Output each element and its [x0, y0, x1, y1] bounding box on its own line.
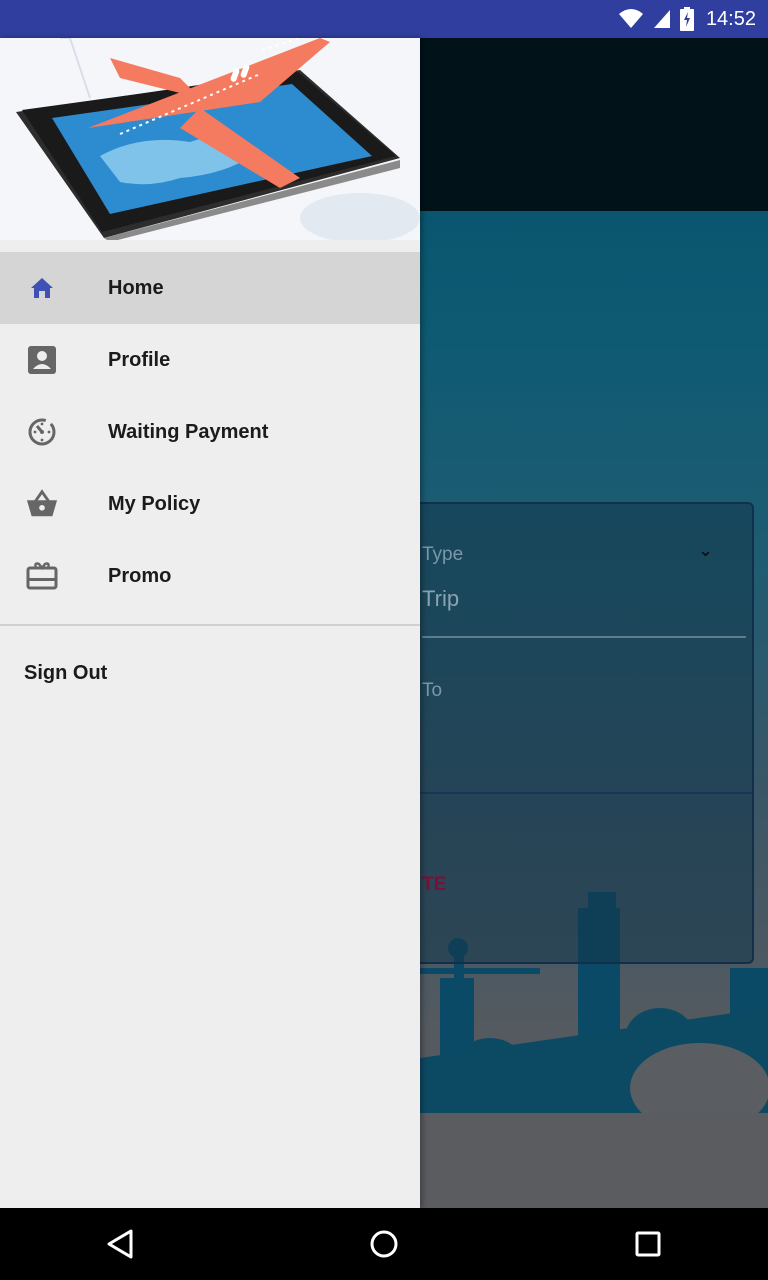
recents-icon[interactable]	[630, 1226, 666, 1262]
clock: 14:52	[705, 7, 756, 30]
signal-icon	[653, 10, 670, 28]
system-nav-bar	[0, 1208, 768, 1280]
basket-icon	[26, 488, 58, 520]
wifi-icon	[618, 9, 643, 28]
chevron-down-icon[interactable]: ⌄	[698, 540, 713, 561]
submit-button[interactable]: TE	[422, 874, 446, 896]
menu-item-profile[interactable]: Profile	[0, 324, 420, 396]
trip-type-value[interactable]: Trip	[422, 586, 459, 612]
menu-item-waiting-payment[interactable]: Waiting Payment	[0, 396, 420, 468]
home-icon	[26, 272, 58, 304]
to-label[interactable]: To	[422, 680, 442, 702]
navigation-drawer: Home Profile Waiting Payment My Policy P…	[0, 38, 420, 1208]
timer-icon	[26, 416, 58, 448]
trip-form-card: Type ⌄ Trip To TE	[380, 502, 754, 964]
gift-card-icon	[26, 560, 58, 592]
status-bar: 14:52	[0, 0, 768, 38]
drawer-header	[0, 38, 420, 240]
menu-label-home: Home	[108, 276, 164, 299]
battery-charging-icon	[679, 7, 694, 31]
menu-label-profile: Profile	[108, 348, 171, 371]
back-icon[interactable]	[102, 1226, 138, 1262]
status-icons: 14:52	[618, 0, 756, 38]
menu-label-promo: Promo	[108, 564, 172, 587]
field-underline	[422, 636, 746, 638]
tablet-airplane-illustration	[16, 38, 420, 240]
menu-label-waiting-payment: Waiting Payment	[108, 420, 269, 443]
drawer-divider	[0, 624, 420, 626]
drawer-menu: Home Profile Waiting Payment My Policy P…	[0, 252, 420, 612]
card-separator	[382, 792, 752, 794]
menu-item-home[interactable]: Home	[0, 252, 420, 324]
trip-type-label: Type	[422, 544, 464, 565]
menu-item-promo[interactable]: Promo	[0, 540, 420, 612]
menu-item-my-policy[interactable]: My Policy	[0, 468, 420, 540]
sign-out-button[interactable]: Sign Out	[24, 662, 107, 685]
home-circle-icon[interactable]	[366, 1226, 402, 1262]
profile-icon	[26, 344, 58, 376]
menu-label-my-policy: My Policy	[108, 492, 201, 515]
